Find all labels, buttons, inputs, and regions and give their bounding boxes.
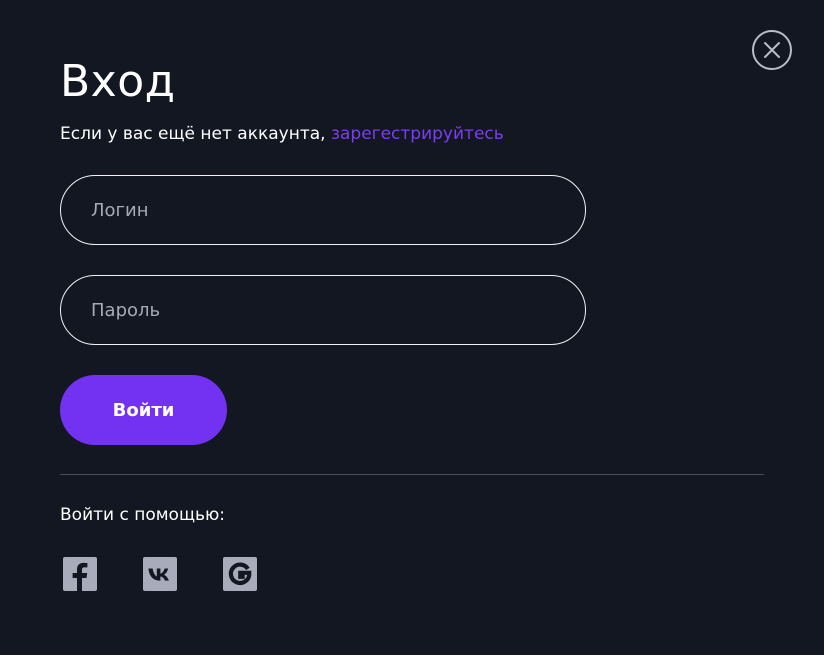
- facebook-login-button[interactable]: [63, 557, 97, 591]
- google-login-button[interactable]: [223, 557, 257, 591]
- register-link[interactable]: зарегестрируйтесь: [331, 124, 504, 144]
- register-prompt-text: Если у вас ещё нет аккаунта,: [60, 124, 331, 144]
- login-input[interactable]: [60, 175, 586, 245]
- password-input[interactable]: [60, 275, 586, 345]
- vk-login-button[interactable]: [143, 557, 177, 591]
- login-modal: Вход Если у вас ещё нет аккаунта, зареге…: [0, 0, 824, 655]
- social-login-label: Войти с помощью:: [60, 505, 226, 525]
- login-submit-button[interactable]: Войти: [60, 375, 227, 445]
- close-icon: [764, 42, 780, 58]
- google-icon: [228, 562, 252, 586]
- vk-icon: [148, 568, 169, 581]
- divider: [60, 474, 764, 475]
- facebook-icon: [72, 562, 88, 591]
- modal-title: Вход: [60, 56, 176, 107]
- close-button[interactable]: [752, 30, 792, 70]
- register-prompt: Если у вас ещё нет аккаунта, зарегестрир…: [60, 122, 504, 146]
